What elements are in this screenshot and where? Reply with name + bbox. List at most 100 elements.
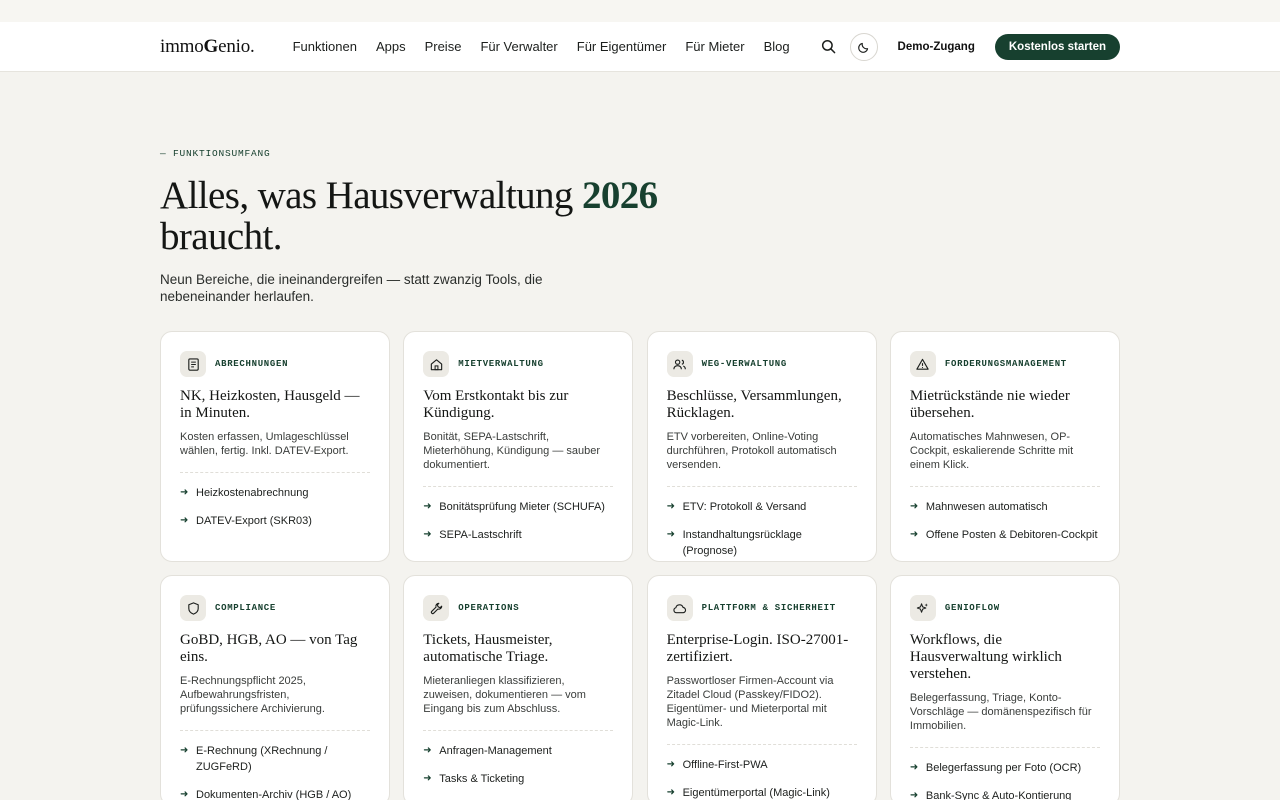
arrow-right-icon: ➜ bbox=[666, 529, 675, 540]
card-divider bbox=[909, 486, 1100, 487]
card-description: Kosten erfassen, Umlageschlüssel wählen,… bbox=[180, 431, 349, 457]
arrow-right-icon: ➜ bbox=[423, 773, 432, 784]
card-divider bbox=[180, 730, 370, 731]
feature-item-label: Tasks & Ticketing bbox=[439, 773, 525, 785]
card-tag: FORDERUNGSMANAGEMENT bbox=[944, 359, 1067, 369]
card-title: Beschlüsse, Versammlungen, Rücklagen. bbox=[666, 388, 842, 421]
demo-access-link[interactable]: Demo-Zugang bbox=[898, 41, 975, 53]
feature-item[interactable]: ➜ DATEV-Export (SKR03) bbox=[180, 513, 370, 529]
feature-item-label: Heizkostenabrechnung bbox=[196, 487, 309, 499]
cloud-icon bbox=[666, 595, 693, 621]
feature-item[interactable]: ➜ Bank-Sync & Auto-Kontierung bbox=[910, 788, 1100, 800]
card-description: Bonität, SEPA-Lastschrift, Mieterhöhung,… bbox=[423, 431, 601, 471]
card-description: Belegerfassung, Triage, Konto-Vorschläge… bbox=[909, 692, 1092, 732]
feature-card[interactable]: WEG-VERWALTUNG Beschlüsse, Versammlungen,… bbox=[646, 331, 877, 562]
feature-item-label: Offene Posten & Debitoren-Cockpit bbox=[925, 529, 1098, 541]
shield-icon bbox=[180, 595, 206, 621]
card-description: Passwortloser Firmen-Account via Zitadel… bbox=[666, 675, 834, 729]
arrow-right-icon: ➜ bbox=[666, 759, 675, 770]
card-title: Vom Erstkontakt bis zur Kündigung. bbox=[423, 388, 569, 421]
search-icon[interactable] bbox=[821, 39, 837, 55]
feature-card[interactable]: MIETVERWALTUNG Vom Erstkontakt bis zur Kü… bbox=[403, 331, 634, 562]
nav-eigentuemer[interactable]: Für Eigentümer bbox=[577, 39, 667, 54]
theme-toggle-button[interactable] bbox=[849, 33, 878, 61]
arrow-right-icon: ➜ bbox=[666, 787, 675, 798]
arrow-right-icon: ➜ bbox=[180, 789, 189, 800]
hero-lede: Neun Bereiche, die ineinandergreifen — s… bbox=[160, 272, 543, 304]
feature-item[interactable]: ➜ Offene Posten & Debitoren-Cockpit bbox=[910, 527, 1100, 543]
feature-item-label: Dokumenten-Archiv (HGB / AO) bbox=[196, 789, 352, 800]
arrow-right-icon: ➜ bbox=[666, 501, 675, 512]
feature-item[interactable]: ➜ Anfragen-Management bbox=[423, 743, 613, 759]
feature-item[interactable]: ➜ Heizkostenabrechnung bbox=[180, 485, 370, 501]
arrow-right-icon: ➜ bbox=[423, 529, 432, 540]
feature-item-label: E-Rechnung (XRechnung / ZUGFeRD) bbox=[196, 745, 328, 773]
card-tag: MIETVERWALTUNG bbox=[458, 359, 544, 369]
arrow-right-icon: ➜ bbox=[180, 487, 189, 498]
card-tag: OPERATIONS bbox=[458, 603, 520, 613]
feature-item-label: Eigentümerportal (Magic-Link) bbox=[682, 787, 830, 799]
feature-card[interactable]: ABRECHNUNGEN NK, Heizkosten, Hausgeld — i… bbox=[160, 331, 390, 562]
card-divider bbox=[909, 747, 1100, 748]
hero: — FUNKTIONSUMFANG Alles, was Hausverwalt… bbox=[160, 148, 680, 305]
arrow-right-icon: ➜ bbox=[909, 501, 919, 512]
feature-card[interactable]: GENIOFLOW Workflows, die Hausverwaltung w… bbox=[889, 575, 1120, 800]
feature-item[interactable]: ➜ Belegerfassung per Foto (OCR) bbox=[910, 760, 1100, 776]
feature-item-label: Bank-Sync & Auto-Kontierung bbox=[925, 790, 1072, 800]
moon-icon bbox=[858, 42, 869, 53]
card-description: Automatisches Mahnwesen, OP-Cockpit, esk… bbox=[909, 431, 1074, 471]
feature-item-label: Bonitätsprüfung Mieter (SCHUFA) bbox=[439, 501, 605, 513]
card-tag: COMPLIANCE bbox=[215, 603, 277, 613]
card-description: E-Rechnungspflicht 2025, Aufbewahrungsfr… bbox=[180, 675, 325, 715]
nav-funktionen[interactable]: Funktionen bbox=[293, 39, 357, 54]
logo[interactable]: immoGenio. bbox=[160, 36, 255, 58]
feature-card[interactable]: FORDERUNGSMANAGEMENT Mietrückstände nie w… bbox=[889, 331, 1120, 562]
section-eyebrow: — FUNKTIONSUMFANG bbox=[160, 148, 271, 159]
feature-item-label: Belegerfassung per Foto (OCR) bbox=[925, 762, 1082, 774]
feature-item[interactable]: ➜ SEPA-Lastschrift bbox=[423, 527, 613, 543]
card-divider bbox=[423, 486, 614, 487]
home-icon bbox=[423, 351, 450, 377]
document-icon bbox=[180, 351, 206, 377]
nav-apps[interactable]: Apps bbox=[376, 39, 406, 54]
card-title: Mietrückstände nie wieder übersehen. bbox=[909, 388, 1070, 421]
nav-mieter[interactable]: Für Mieter bbox=[685, 39, 744, 54]
arrow-right-icon: ➜ bbox=[180, 745, 189, 756]
feature-item[interactable]: ➜ ETV: Protokoll & Versand bbox=[667, 499, 857, 515]
feature-item-label: DATEV-Export (SKR03) bbox=[196, 515, 312, 527]
feature-item[interactable]: ➜ Instandhaltungsrücklage (Prognose) bbox=[667, 527, 857, 559]
card-title: Workflows, die Hausverwaltung wirklich v… bbox=[909, 632, 1062, 682]
feature-item[interactable]: ➜ Offline-First-PWA bbox=[667, 757, 857, 773]
card-title: NK, Heizkosten, Hausgeld — in Minuten. bbox=[180, 388, 360, 421]
feature-item-label: SEPA-Lastschrift bbox=[439, 529, 522, 541]
nav-verwalter[interactable]: Für Verwalter bbox=[480, 39, 557, 54]
users-icon bbox=[666, 351, 693, 377]
main-nav: Funktionen Apps Preise Für Verwalter Für… bbox=[293, 39, 809, 54]
feature-card[interactable]: COMPLIANCE GoBD, HGB, AO — von Tag eins. E… bbox=[160, 575, 390, 800]
arrow-right-icon: ➜ bbox=[423, 501, 432, 512]
feature-item-label: Instandhaltungsrücklage (Prognose) bbox=[682, 529, 802, 557]
card-divider bbox=[666, 744, 857, 745]
feature-card[interactable]: OPERATIONS Tickets, Hausmeister, automati… bbox=[403, 575, 634, 800]
nav-preise[interactable]: Preise bbox=[425, 39, 462, 54]
feature-item[interactable]: ➜ Mahnwesen automatisch bbox=[910, 499, 1100, 515]
card-tag: WEG-VERWALTUNG bbox=[701, 359, 788, 369]
card-title: Tickets, Hausmeister, automatische Triag… bbox=[423, 632, 553, 665]
arrow-right-icon: ➜ bbox=[180, 515, 189, 526]
start-free-button[interactable]: Kostenlos starten bbox=[994, 34, 1120, 60]
feature-item[interactable]: ➜ Tasks & Ticketing bbox=[423, 771, 613, 787]
top-strip bbox=[0, 0, 1280, 22]
nav-blog[interactable]: Blog bbox=[764, 39, 790, 54]
feature-card[interactable]: PLATTFORM & SICHERHEIT Enterprise-Login. … bbox=[646, 575, 877, 800]
feature-item[interactable]: ➜ E-Rechnung (XRechnung / ZUGFeRD) bbox=[180, 743, 370, 775]
card-divider bbox=[666, 486, 857, 487]
feature-item[interactable]: ➜ Eigentümerportal (Magic-Link) bbox=[667, 785, 857, 800]
arrow-right-icon: ➜ bbox=[909, 790, 919, 800]
card-tag: ABRECHNUNGEN bbox=[215, 359, 289, 369]
site-header: immoGenio. Funktionen Apps Preise Für Ve… bbox=[0, 22, 1280, 72]
feature-item-label: Mahnwesen automatisch bbox=[925, 501, 1048, 513]
feature-item[interactable]: ➜ Bonitätsprüfung Mieter (SCHUFA) bbox=[423, 499, 613, 515]
scrollbar[interactable] bbox=[1273, 72, 1280, 800]
arrow-right-icon: ➜ bbox=[909, 529, 919, 540]
feature-item[interactable]: ➜ Dokumenten-Archiv (HGB / AO) bbox=[180, 787, 370, 800]
